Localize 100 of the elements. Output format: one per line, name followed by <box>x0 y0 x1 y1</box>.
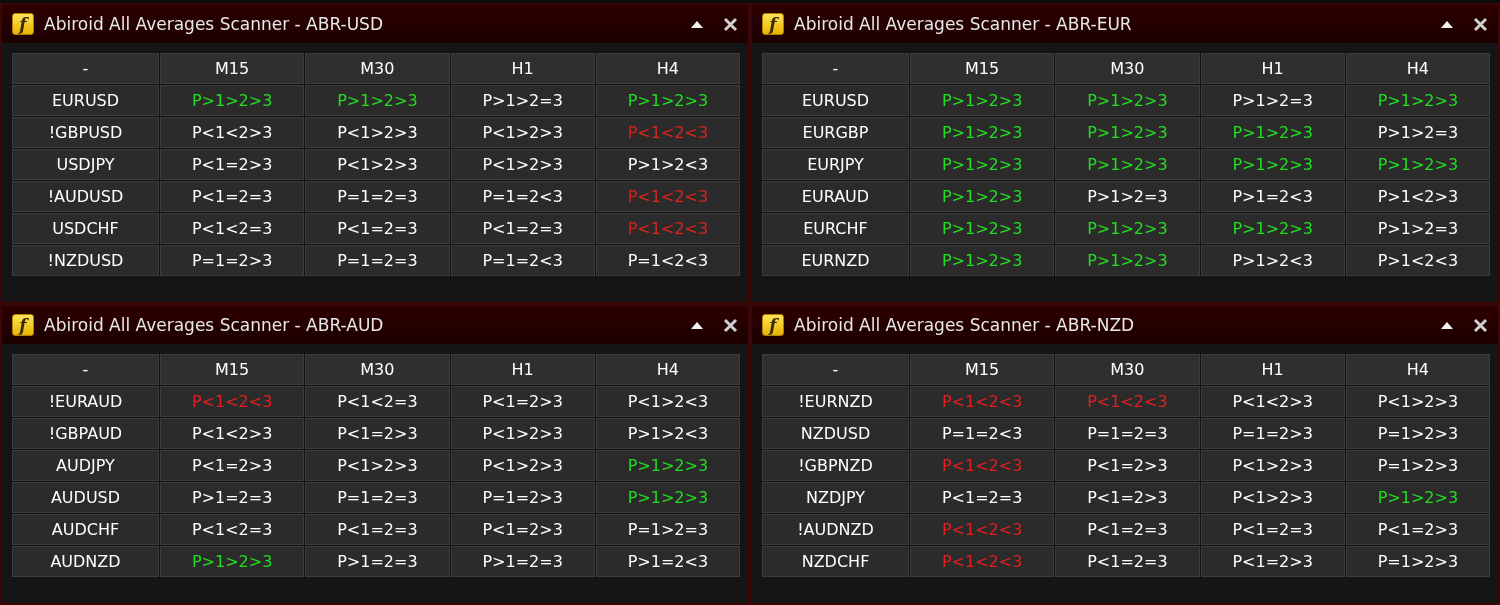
pair-cell: !EURAUD <box>12 386 159 417</box>
signal-cell: P<1=2>3 <box>450 386 595 417</box>
signal-cell: P>1>2<3 <box>595 149 740 180</box>
close-icon[interactable] <box>1473 317 1488 333</box>
pair-cell: AUDNZD <box>12 546 159 577</box>
signal-cell: P=1=2<3 <box>450 181 595 212</box>
column-header: H1 <box>1200 354 1345 385</box>
signal-cell: P<1=2>3 <box>160 149 305 180</box>
signal-cell: P<1<2>3 <box>160 418 305 449</box>
collapse-icon[interactable] <box>691 321 703 329</box>
signal-cell: P<1<2=3 <box>160 213 305 244</box>
column-header: - <box>762 354 909 385</box>
pair-cell: USDCHF <box>12 213 159 244</box>
logo-icon: f <box>762 13 784 35</box>
signal-cell: P<1=2>3 <box>1055 482 1200 513</box>
signal-cell: P>1>2=3 <box>1200 85 1345 116</box>
window-title: Abiroid All Averages Scanner - ABR-USD <box>44 14 384 34</box>
signal-cell: P>1=2<3 <box>1200 181 1345 212</box>
signal-cell: P=1<2<3 <box>595 245 740 276</box>
signal-cell: P<1=2=3 <box>1200 514 1345 545</box>
pair-cell: EURGBP <box>762 117 909 148</box>
signal-cell: P>1>2>3 <box>910 149 1055 180</box>
signal-cell: P=1=2>3 <box>1200 418 1345 449</box>
column-header: H4 <box>1345 53 1490 84</box>
signal-cell: P<1<2<3 <box>1055 386 1200 417</box>
signal-cell: P<1>2>3 <box>305 149 450 180</box>
signal-cell: P>1>2>3 <box>1055 213 1200 244</box>
signal-cell: P<1<2<3 <box>910 450 1055 481</box>
signal-cell: P<1>2>3 <box>1200 482 1345 513</box>
signal-cell: P<1>2>3 <box>450 149 595 180</box>
column-header: M15 <box>910 53 1055 84</box>
pair-cell: AUDUSD <box>12 482 159 513</box>
signal-cell: P>1>2>3 <box>305 85 450 116</box>
column-header: M15 <box>160 354 305 385</box>
signal-cell: P<1>2<3 <box>595 386 740 417</box>
pair-cell: !GBPUSD <box>12 117 159 148</box>
signal-cell: P>1>2>3 <box>1345 85 1490 116</box>
signal-cell: P>1>2>3 <box>160 85 305 116</box>
pair-cell: EURUSD <box>12 85 159 116</box>
signal-cell: P>1>2>3 <box>1055 245 1200 276</box>
pair-cell: !AUDUSD <box>12 181 159 212</box>
signal-cell: P<1=2=3 <box>910 482 1055 513</box>
column-header: - <box>762 53 909 84</box>
pair-cell: EURAUD <box>762 181 909 212</box>
signal-cell: P<1=2>3 <box>1200 546 1345 577</box>
pair-cell: EURNZD <box>762 245 909 276</box>
signal-cell: P<1=2>3 <box>450 514 595 545</box>
signal-cell: P>1>2=3 <box>1345 117 1490 148</box>
column-header: M30 <box>305 354 450 385</box>
signal-cell: P<1>2>3 <box>305 450 450 481</box>
signal-cell: P>1>2<3 <box>1200 245 1345 276</box>
close-icon[interactable] <box>723 16 738 32</box>
signal-cell: P=1=2=3 <box>305 181 450 212</box>
signal-cell: P>1<2<3 <box>1345 245 1490 276</box>
signal-cell: P<1<2<3 <box>910 546 1055 577</box>
signal-cell: P>1>2=3 <box>1055 181 1200 212</box>
column-header: - <box>12 354 159 385</box>
column-header: - <box>12 53 159 84</box>
signal-cell: P=1=2=3 <box>305 482 450 513</box>
signal-cell: P<1=2>3 <box>305 418 450 449</box>
signal-cell: P>1>2=3 <box>450 85 595 116</box>
pair-cell: NZDUSD <box>762 418 909 449</box>
signal-cell: P<1<2=3 <box>160 514 305 545</box>
signal-cell: P<1>2>3 <box>450 450 595 481</box>
pair-cell: NZDJPY <box>762 482 909 513</box>
signal-cell: P<1<2>3 <box>160 117 305 148</box>
signal-cell: P>1>2>3 <box>1345 482 1490 513</box>
signal-cell: P<1=2=3 <box>305 514 450 545</box>
column-header: H4 <box>1345 354 1490 385</box>
column-header: H1 <box>450 354 595 385</box>
signal-cell: P>1>2>3 <box>1345 149 1490 180</box>
signal-cell: P=1=2<3 <box>910 418 1055 449</box>
pair-cell: !NZDUSD <box>12 245 159 276</box>
logo-icon: f <box>12 13 34 35</box>
pair-cell: !GBPNZD <box>762 450 909 481</box>
pair-cell: !EURNZD <box>762 386 909 417</box>
signal-cell: P>1>2>3 <box>595 85 740 116</box>
signal-cell: P<1>2>3 <box>450 418 595 449</box>
signal-cell: P<1>2>3 <box>1345 386 1490 417</box>
signal-cell: P<1=2>3 <box>1345 514 1490 545</box>
signal-cell: P=1>2>3 <box>1345 450 1490 481</box>
signal-cell: P=1>2>3 <box>1345 546 1490 577</box>
signal-cell: P>1>2>3 <box>595 450 740 481</box>
collapse-icon[interactable] <box>1441 321 1453 329</box>
signal-cell: P>1<2>3 <box>1345 181 1490 212</box>
signal-cell: P>1>2>3 <box>910 85 1055 116</box>
collapse-icon[interactable] <box>691 20 703 28</box>
close-icon[interactable] <box>1473 16 1488 32</box>
signal-cell: P<1=2=3 <box>305 213 450 244</box>
pair-cell: NZDCHF <box>762 546 909 577</box>
signal-cell: P>1>2>3 <box>595 482 740 513</box>
column-header: H1 <box>450 53 595 84</box>
column-header: H4 <box>595 354 740 385</box>
close-icon[interactable] <box>723 317 738 333</box>
signal-cell: P=1=2<3 <box>450 245 595 276</box>
signal-cell: P<1=2=3 <box>450 213 595 244</box>
signal-cell: P=1=2=3 <box>305 245 450 276</box>
signal-cell: P<1<2<3 <box>595 181 740 212</box>
signal-cell: P>1>2>3 <box>1200 149 1345 180</box>
collapse-icon[interactable] <box>1441 20 1453 28</box>
